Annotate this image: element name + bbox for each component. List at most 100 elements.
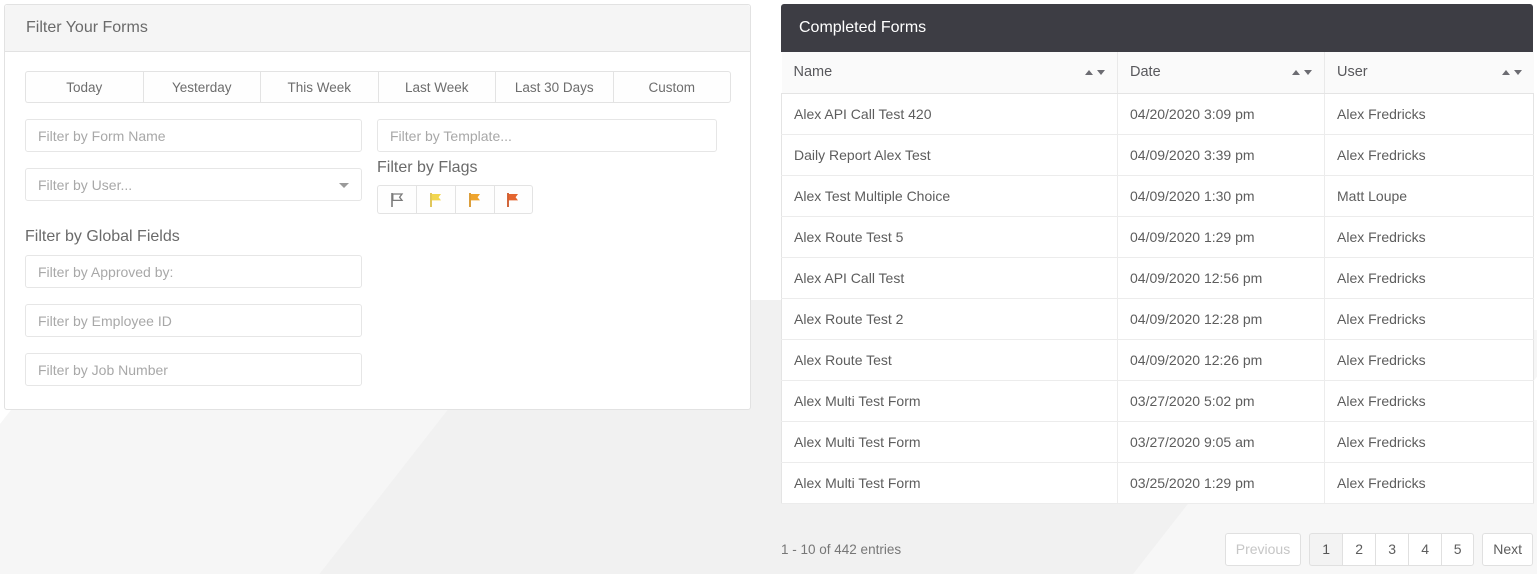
cell-user: Alex Fredricks (1324, 380, 1534, 422)
cell-date: 04/09/2020 12:56 pm (1117, 257, 1325, 299)
global-fields-block: Filter by Global Fields (25, 228, 362, 386)
column-header-name-label: Name (793, 64, 833, 81)
table-row[interactable]: Alex Multi Test Form 03/27/2020 9:05 am … (781, 421, 1534, 463)
template-filter-input[interactable] (377, 119, 717, 152)
cell-date: 04/20/2020 3:09 pm (1117, 93, 1325, 135)
table-row[interactable]: Alex Test Multiple Choice 04/09/2020 1:3… (781, 175, 1534, 217)
pagination-next-button[interactable]: Next (1482, 532, 1533, 566)
flag-orange-button[interactable] (455, 185, 494, 214)
cell-user: Matt Loupe (1324, 175, 1534, 217)
pagination: Previous 1 2 3 4 5 Next (1224, 532, 1533, 566)
pagination-page-5[interactable]: 5 (1441, 532, 1475, 566)
date-range-custom[interactable]: Custom (612, 71, 731, 103)
table-row[interactable]: Daily Report Alex Test 04/09/2020 3:39 p… (781, 134, 1534, 176)
job-number-filter-input[interactable] (25, 353, 362, 386)
cell-name[interactable]: Alex API Call Test 420 (781, 93, 1118, 135)
cell-date: 03/27/2020 5:02 pm (1117, 380, 1325, 422)
cell-date: 04/09/2020 1:30 pm (1117, 175, 1325, 217)
date-range-button-group: Today Yesterday This Week Last Week Last… (25, 71, 731, 103)
pagination-page-numbers: 1 2 3 4 5 (1309, 532, 1475, 566)
cell-user: Alex Fredricks (1324, 298, 1534, 340)
table-row[interactable]: Alex Route Test 2 04/09/2020 12:28 pm Al… (781, 298, 1534, 340)
filter-panel-title: Filter Your Forms (26, 19, 148, 36)
cell-user: Alex Fredricks (1324, 134, 1534, 176)
column-header-name[interactable]: Name (781, 52, 1118, 94)
employee-id-filter-input[interactable] (25, 304, 362, 337)
column-header-user[interactable]: User (1324, 52, 1534, 94)
cell-user: Alex Fredricks (1324, 462, 1534, 504)
form-name-filter-input[interactable] (25, 119, 362, 152)
cell-name[interactable]: Alex Route Test (781, 339, 1118, 381)
flag-yellow-icon (428, 192, 445, 208)
sort-descending-icon (1513, 69, 1522, 75)
cell-name[interactable]: Alex Route Test 5 (781, 216, 1118, 258)
pagination-page-2[interactable]: 2 (1342, 532, 1376, 566)
column-header-user-label: User (1337, 64, 1368, 81)
flag-yellow-button[interactable] (416, 185, 455, 214)
table-row[interactable]: Alex Multi Test Form 03/25/2020 1:29 pm … (781, 462, 1534, 504)
cell-name[interactable]: Alex Multi Test Form (781, 380, 1118, 422)
completed-forms-table: Name Date User Alex API Call Test 420 04… (781, 52, 1534, 504)
flag-button-group (377, 185, 533, 214)
name-template-filter-row (25, 119, 730, 152)
flag-red-button[interactable] (494, 185, 533, 214)
table-row[interactable]: Alex Route Test 5 04/09/2020 1:29 pm Ale… (781, 216, 1534, 258)
approved-by-filter-input[interactable] (25, 255, 362, 288)
page-root: Filter Your Forms Today Yesterday This W… (0, 0, 1537, 574)
pagination-page-4[interactable]: 4 (1408, 532, 1442, 566)
sort-arrows-name[interactable] (1085, 69, 1105, 75)
completed-forms-title: Completed Forms (799, 19, 927, 36)
pagination-page-1[interactable]: 1 (1309, 532, 1343, 566)
completed-forms-header: Completed Forms (781, 4, 1533, 52)
cell-date: 04/09/2020 3:39 pm (1117, 134, 1325, 176)
column-header-date-label: Date (1130, 64, 1161, 81)
cell-name[interactable]: Alex Multi Test Form (781, 421, 1118, 463)
filter-forms-panel: Filter Your Forms Today Yesterday This W… (4, 4, 751, 410)
cell-user: Alex Fredricks (1324, 421, 1534, 463)
cell-name[interactable]: Daily Report Alex Test (781, 134, 1118, 176)
entries-info: 1 - 10 of 442 entries (781, 541, 902, 557)
date-range-last-30-days[interactable]: Last 30 Days (495, 71, 613, 103)
flags-filter-block: Filter by Flags (377, 159, 533, 214)
cell-user: Alex Fredricks (1324, 257, 1534, 299)
table-body: Alex API Call Test 420 04/20/2020 3:09 p… (781, 93, 1534, 504)
table-header-row: Name Date User (781, 52, 1534, 94)
cell-user: Alex Fredricks (1324, 93, 1534, 135)
flag-red-icon (505, 192, 522, 208)
sort-descending-icon (1097, 69, 1105, 75)
date-range-this-week[interactable]: This Week (260, 71, 378, 103)
pagination-page-3[interactable]: 3 (1375, 532, 1409, 566)
sort-descending-icon (1304, 69, 1312, 75)
user-filter-select[interactable]: Filter by User... (25, 168, 362, 201)
sort-arrows-date[interactable] (1292, 69, 1312, 75)
sort-ascending-icon (1292, 69, 1300, 75)
filter-panel-body: Today Yesterday This Week Last Week Last… (5, 52, 750, 386)
table-footer: 1 - 10 of 442 entries Previous 1 2 3 4 5… (781, 527, 1533, 571)
cell-name[interactable]: Alex Multi Test Form (781, 462, 1118, 504)
completed-forms-panel: Completed Forms Name Date User Alex API … (781, 4, 1534, 504)
cell-date: 04/09/2020 12:28 pm (1117, 298, 1325, 340)
cell-name[interactable]: Alex API Call Test (781, 257, 1118, 299)
user-filter-select-value: Filter by User... (38, 176, 133, 193)
cell-date: 03/25/2020 1:29 pm (1117, 462, 1325, 504)
column-header-date[interactable]: Date (1117, 52, 1325, 94)
table-row[interactable]: Alex API Call Test 04/09/2020 12:56 pm A… (781, 257, 1534, 299)
user-flags-row: Filter by User... Filter by Flags (25, 159, 730, 214)
cell-name[interactable]: Alex Route Test 2 (781, 298, 1118, 340)
cell-user: Alex Fredricks (1324, 216, 1534, 258)
sort-ascending-icon (1085, 69, 1093, 75)
sort-arrows-user[interactable] (1501, 69, 1522, 75)
cell-date: 04/09/2020 12:26 pm (1117, 339, 1325, 381)
date-range-last-week[interactable]: Last Week (377, 71, 495, 103)
table-row[interactable]: Alex Route Test 04/09/2020 12:26 pm Alex… (781, 339, 1534, 381)
pagination-previous-button[interactable]: Previous (1224, 532, 1302, 566)
cell-user: Alex Fredricks (1324, 339, 1534, 381)
table-row[interactable]: Alex API Call Test 420 04/20/2020 3:09 p… (781, 93, 1534, 135)
table-row[interactable]: Alex Multi Test Form 03/27/2020 5:02 pm … (781, 380, 1534, 422)
global-fields-title: Filter by Global Fields (25, 228, 180, 245)
date-range-yesterday[interactable]: Yesterday (142, 71, 260, 103)
flag-none-button[interactable] (377, 185, 416, 214)
cell-name[interactable]: Alex Test Multiple Choice (781, 175, 1118, 217)
date-range-today[interactable]: Today (25, 71, 143, 103)
sort-ascending-icon (1501, 69, 1510, 75)
